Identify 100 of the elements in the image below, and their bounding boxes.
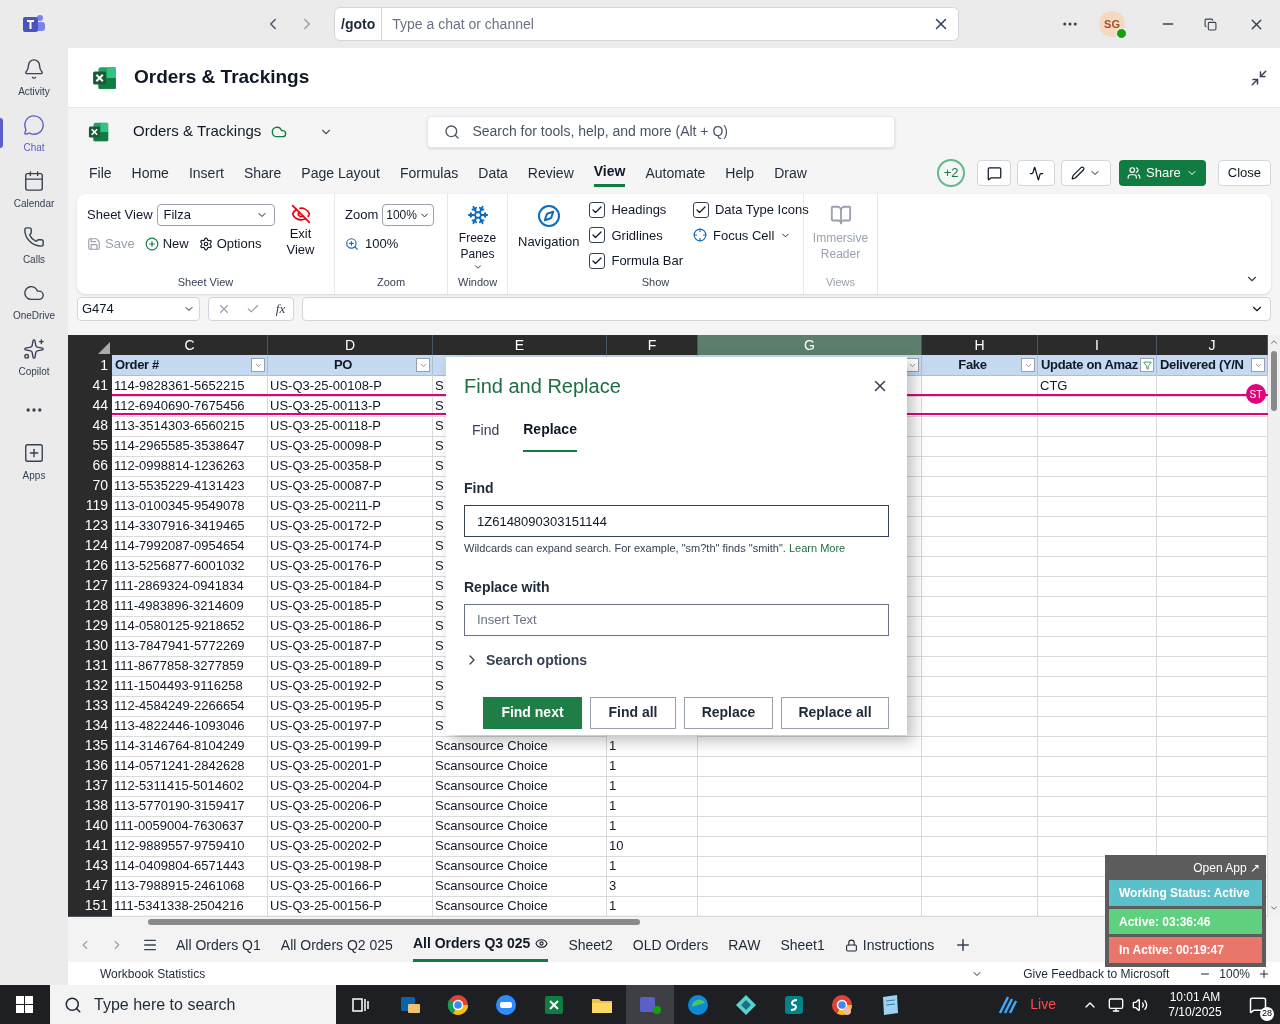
row-number[interactable]: 140 [68, 815, 112, 837]
checkbox[interactable] [589, 201, 606, 218]
learn-more-link[interactable]: Learn More [789, 542, 846, 554]
column-header[interactable]: C [112, 335, 268, 356]
menu-tab[interactable]: Insert [188, 159, 224, 187]
workbook-statistics[interactable]: Workbook Statistics [100, 964, 206, 983]
menu-tab[interactable]: Share [243, 159, 282, 187]
rail-item[interactable]: Calendar [0, 162, 68, 218]
rail-item[interactable]: OneDrive [0, 274, 68, 330]
collapse-icon[interactable] [1250, 68, 1268, 87]
name-box[interactable]: G474 [77, 297, 200, 321]
column-header[interactable]: I [1038, 335, 1157, 356]
row-number[interactable]: 141 [68, 835, 112, 857]
vertical-scrollbar[interactable] [1268, 335, 1280, 915]
menu-tab[interactable]: Home [131, 159, 169, 187]
row-number[interactable]: 123 [68, 515, 112, 537]
row-number[interactable]: 124 [68, 535, 112, 557]
scroll-up-icon[interactable] [1269, 337, 1279, 347]
zoom-in-icon[interactable] [1258, 967, 1270, 980]
formula-input[interactable] [302, 297, 1271, 321]
menu-tab[interactable]: Page Layout [301, 159, 380, 187]
restore-icon[interactable] [1204, 17, 1217, 31]
menu-tab[interactable]: Review [527, 159, 574, 187]
menu-tab[interactable]: File [89, 159, 112, 187]
row-number[interactable]: 134 [68, 715, 112, 737]
replace-field[interactable]: Insert Text [464, 603, 889, 636]
menu-tab[interactable]: Automate [645, 159, 706, 187]
row-number[interactable]: 132 [68, 675, 112, 697]
network-icon[interactable] [1108, 996, 1124, 1013]
dialog-button[interactable]: Replace all [781, 696, 889, 729]
menu-tab[interactable]: Formulas [399, 159, 459, 187]
row-number[interactable]: 126 [68, 555, 112, 577]
sheet-tab[interactable]: OLD Orders [632, 928, 709, 962]
options-button[interactable]: Options [198, 234, 262, 254]
comments-button[interactable] [977, 160, 1012, 186]
row-number[interactable]: 129 [68, 615, 112, 637]
search-bar[interactable]: /goto Type a chat or channel [334, 7, 959, 41]
navigation-button[interactable]: Navigation [518, 204, 580, 274]
row-number[interactable]: 127 [68, 575, 112, 597]
rail-item[interactable]: Copilot [0, 330, 68, 386]
taskbar-search-bar[interactable]: Type here to search [50, 985, 336, 1024]
sheet-tab[interactable]: Sheet1 [780, 928, 825, 962]
menu-tab[interactable]: Data [478, 159, 508, 187]
row-number[interactable]: 147 [68, 875, 112, 897]
row-number[interactable]: 48 [68, 415, 112, 437]
open-app-link[interactable]: Open App ↗ [1193, 859, 1260, 877]
column-header[interactable]: E [433, 335, 607, 356]
row-number[interactable]: 44 [68, 395, 112, 417]
row-number[interactable]: 133 [68, 695, 112, 717]
volume-icon[interactable] [1132, 996, 1148, 1013]
sheet-tab[interactable]: Instructions [844, 928, 935, 962]
row-number[interactable]: 131 [68, 655, 112, 677]
search-input[interactable]: Type here to search [94, 992, 336, 1017]
teams-logo-icon[interactable] [23, 14, 45, 34]
column-header[interactable]: G [698, 335, 922, 356]
dropdown-icon[interactable] [1251, 358, 1265, 372]
editing-button[interactable] [1061, 160, 1112, 186]
all-sheets-icon[interactable] [142, 937, 158, 953]
row-number[interactable]: 135 [68, 735, 112, 757]
exit-view-button[interactable]: Exit View [282, 204, 319, 274]
presence-count[interactable]: +2 [937, 159, 966, 187]
row-number[interactable]: 136 [68, 755, 112, 777]
function-label[interactable]: fx [275, 299, 286, 319]
sheet-tab[interactable]: All Orders Q1 [176, 928, 261, 962]
select-all-corner[interactable] [68, 335, 112, 356]
row-number[interactable]: 66 [68, 455, 112, 477]
activity-button[interactable] [1017, 160, 1056, 186]
new-button[interactable]: New [144, 234, 189, 254]
checkbox[interactable] [589, 227, 606, 244]
rail-item[interactable]: Activity [0, 50, 68, 106]
rail-item[interactable]: Chat [0, 106, 68, 162]
sheet-tab[interactable]: All Orders Q2 025 [280, 928, 393, 962]
clock[interactable]: 10:01 AM 7/10/2025 [1160, 989, 1230, 1020]
menu-tab[interactable]: View [593, 159, 626, 187]
dropdown-icon[interactable] [251, 358, 265, 372]
row-number[interactable]: 130 [68, 635, 112, 657]
row-number[interactable]: 55 [68, 435, 112, 457]
zoom-level[interactable]: 100% [1219, 964, 1250, 983]
task-view-icon[interactable] [352, 996, 370, 1013]
filter-icon[interactable] [1140, 358, 1154, 372]
column-header[interactable]: J [1157, 335, 1268, 356]
notification-count[interactable]: 28 [1260, 1007, 1274, 1021]
dialog-button[interactable]: Replace [684, 696, 773, 729]
sheet-view-dropdown[interactable]: Filza [156, 204, 275, 226]
dialog-tab[interactable]: Replace [523, 419, 577, 452]
column-header[interactable]: D [268, 335, 433, 356]
focus-cell-button[interactable]: Focus Cell [692, 225, 809, 245]
sheet-tab[interactable]: Sheet2 [568, 928, 613, 962]
workbook-name[interactable]: Orders & Trackings [133, 120, 262, 143]
find-field[interactable]: 1Z6148090303151144 [464, 505, 889, 537]
row-number[interactable]: 138 [68, 795, 112, 817]
zoom-dropdown[interactable]: 100% [382, 204, 435, 226]
row-number[interactable]: 128 [68, 595, 112, 617]
checkbox[interactable] [692, 201, 709, 218]
menu-tab[interactable]: Draw [774, 159, 807, 187]
search-bar[interactable]: Search for tools, help, and more (Alt + Q) [427, 115, 896, 148]
close-button[interactable]: Close [1217, 160, 1271, 186]
row-number[interactable]: 1 [68, 355, 112, 376]
rail-item[interactable]: Apps [0, 434, 68, 490]
row-number[interactable]: 143 [68, 855, 112, 877]
